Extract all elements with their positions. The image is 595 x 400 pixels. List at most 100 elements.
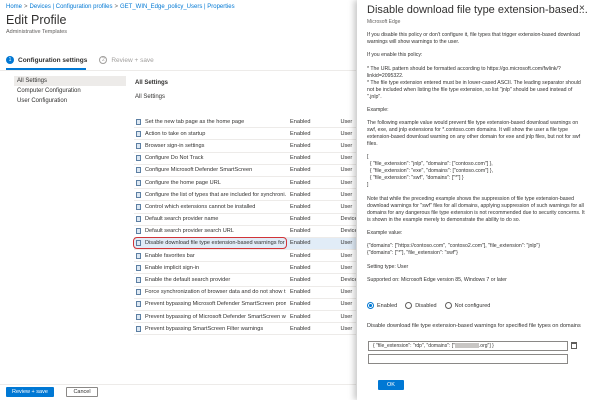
setting-scope: User <box>340 313 353 320</box>
description-paragraph: If you enable this policy: <box>367 52 423 59</box>
tree-item-computer-configuration[interactable]: Computer Configuration <box>14 86 126 96</box>
document-icon <box>136 216 141 223</box>
tree-item-user-configuration[interactable]: User Configuration <box>14 96 126 106</box>
setting-row[interactable]: Prevent bypassing of Microsoft Defender … <box>134 311 356 324</box>
cancel-button[interactable]: Cancel <box>66 387 98 397</box>
step-configuration-settings[interactable]: 1 Configuration settings <box>6 56 87 64</box>
setting-row[interactable]: Force synchronization of browser data an… <box>134 287 356 299</box>
setting-state: Enabled <box>290 167 311 174</box>
setting-name: Prevent bypassing Microsoft Defender Sma… <box>145 301 286 308</box>
close-icon[interactable]: × <box>579 3 585 14</box>
setting-row[interactable]: Prevent bypassing SmartScreen Filter war… <box>134 323 356 336</box>
breadcrumb-separator: > <box>114 4 118 10</box>
setting-state: Enabled <box>290 240 311 247</box>
description-paragraph: The following example value would preven… <box>367 120 581 148</box>
radio-label: Enabled <box>377 302 398 309</box>
step-number: 2 <box>99 56 108 64</box>
breadcrumb-home[interactable]: Home <box>6 4 22 10</box>
setting-row[interactable]: Action to take on startup Enabled User <box>134 128 356 141</box>
setting-row[interactable]: Enable the default search provider Enable… <box>134 274 356 287</box>
setting-scope: Device <box>340 228 356 235</box>
setting-row[interactable]: Configure the home page URL Enabled User <box>134 177 356 190</box>
breadcrumb-devices[interactable]: Devices | Configuration profiles <box>30 4 113 10</box>
radio-unselected-icon <box>444 302 452 309</box>
example-value: {"domains": ["https://contoso.com", "con… <box>367 243 540 257</box>
new-list-entry-input[interactable] <box>368 354 568 364</box>
ok-button[interactable]: OK <box>378 380 404 390</box>
breadcrumb-profile[interactable]: GET_WIN_Edge_policy_Users | Properties <box>120 4 235 10</box>
setting-scope: User <box>340 264 353 271</box>
setting-row[interactable]: Set the new tab page as the home page Ena… <box>134 116 356 129</box>
setting-scope: User <box>340 289 353 296</box>
setting-row[interactable]: Configure the list of types that are inc… <box>134 189 356 202</box>
setting-row[interactable]: Default search provider search URL Enable… <box>134 226 356 238</box>
setting-name: Action to take on startup <box>145 130 206 137</box>
setting-name: Prevent bypassing SmartScreen Filter war… <box>145 325 264 332</box>
document-icon <box>136 264 141 271</box>
setting-state: Enabled <box>290 142 311 149</box>
section-title: All Settings <box>135 80 169 86</box>
setting-name: Browser sign-in settings <box>145 142 205 149</box>
trash-icon[interactable] <box>571 342 577 349</box>
setting-state: Enabled <box>290 325 311 332</box>
setting-row[interactable]: Prevent bypassing Microsoft Defender Sma… <box>134 299 356 311</box>
setting-row[interactable]: Control which extensions cannot be insta… <box>134 201 356 214</box>
setting-row[interactable]: Configure Microsoft Defender SmartScreen… <box>134 165 356 177</box>
list-value-end: .org"] } <box>478 343 494 349</box>
setting-name: Configure the home page URL <box>145 179 221 186</box>
state-radio-group: Enabled Disabled Not configured <box>367 302 498 309</box>
radio-enabled[interactable]: Enabled <box>367 302 397 309</box>
step-review-save[interactable]: 2 Review + save <box>99 56 154 64</box>
setting-type: Setting type: User <box>367 263 409 270</box>
setting-name: Configure Do Not Track <box>145 155 204 162</box>
setting-state: Enabled <box>290 155 311 162</box>
document-icon <box>136 142 141 149</box>
setting-name: Enable favorites bar <box>145 252 195 259</box>
setting-name: Disable download file type extension-bas… <box>145 240 286 247</box>
supported-on: Supported on: Microsoft Edge version 85,… <box>367 276 507 283</box>
radio-label: Disabled <box>415 302 437 309</box>
setting-state: Enabled <box>290 289 311 296</box>
setting-scope: User <box>340 142 353 149</box>
setting-scope: User <box>340 167 353 174</box>
setting-state: Enabled <box>290 203 311 210</box>
setting-state: Enabled <box>290 179 311 186</box>
radio-disabled[interactable]: Disabled <box>405 302 437 309</box>
more-options-icon[interactable]: ... <box>564 6 571 13</box>
list-value: { "file_extension": "rdp", "domains": [" <box>373 343 455 349</box>
step-label: Review + save <box>111 56 154 64</box>
setting-scope: User <box>340 191 353 198</box>
setting-row[interactable]: Browser sign-in settings Enabled User <box>134 140 356 153</box>
review-save-button[interactable]: Review + save <box>6 387 54 397</box>
wizard-steps: 1 Configuration settings 2 Review + save <box>6 52 354 68</box>
radio-selected-icon <box>367 302 374 309</box>
setting-state: Enabled <box>290 301 311 308</box>
description-paragraph: * The URL pattern should be formatted ac… <box>367 65 581 100</box>
setting-row[interactable]: Configure Do Not Track Enabled User <box>134 153 356 165</box>
document-icon <box>136 277 141 284</box>
radio-not-configured[interactable]: Not configured <box>444 302 491 309</box>
setting-state: Enabled <box>290 313 311 320</box>
description-paragraph: Example value: <box>367 230 403 237</box>
setting-scope: User <box>340 301 353 308</box>
domain-list-input[interactable]: { "file_extension": "rdp", "domains": ["… <box>368 341 568 351</box>
page-subtitle: Administrative Templates <box>6 29 68 35</box>
setting-row[interactable]: Enable favorites bar Enabled User <box>134 250 356 263</box>
document-icon <box>136 130 141 137</box>
setting-name: Enable implicit sign-in <box>145 264 200 271</box>
setting-row-selected[interactable]: Disable download file type extension-bas… <box>133 237 356 251</box>
setting-row[interactable]: Default search provider name Enabled Devic… <box>134 214 356 226</box>
setting-state: Enabled <box>290 264 311 271</box>
page-title: Edit Profile <box>6 13 67 27</box>
description-paragraph: If you disable this policy or don't conf… <box>367 32 580 45</box>
example-code: [ { "file_extension": "jnlp", "domains":… <box>367 154 494 189</box>
radio-label: Not configured <box>454 302 491 309</box>
setting-scope: User <box>340 155 353 162</box>
setting-row[interactable]: Enable implicit sign-in Enabled User <box>134 262 356 275</box>
tree-item-all-settings[interactable]: All Settings <box>14 76 126 86</box>
document-icon <box>136 191 141 198</box>
document-icon <box>136 203 141 210</box>
setting-name: Configure Microsoft Defender SmartScreen <box>145 167 253 174</box>
redacted-text <box>454 343 479 349</box>
document-icon <box>136 167 141 174</box>
